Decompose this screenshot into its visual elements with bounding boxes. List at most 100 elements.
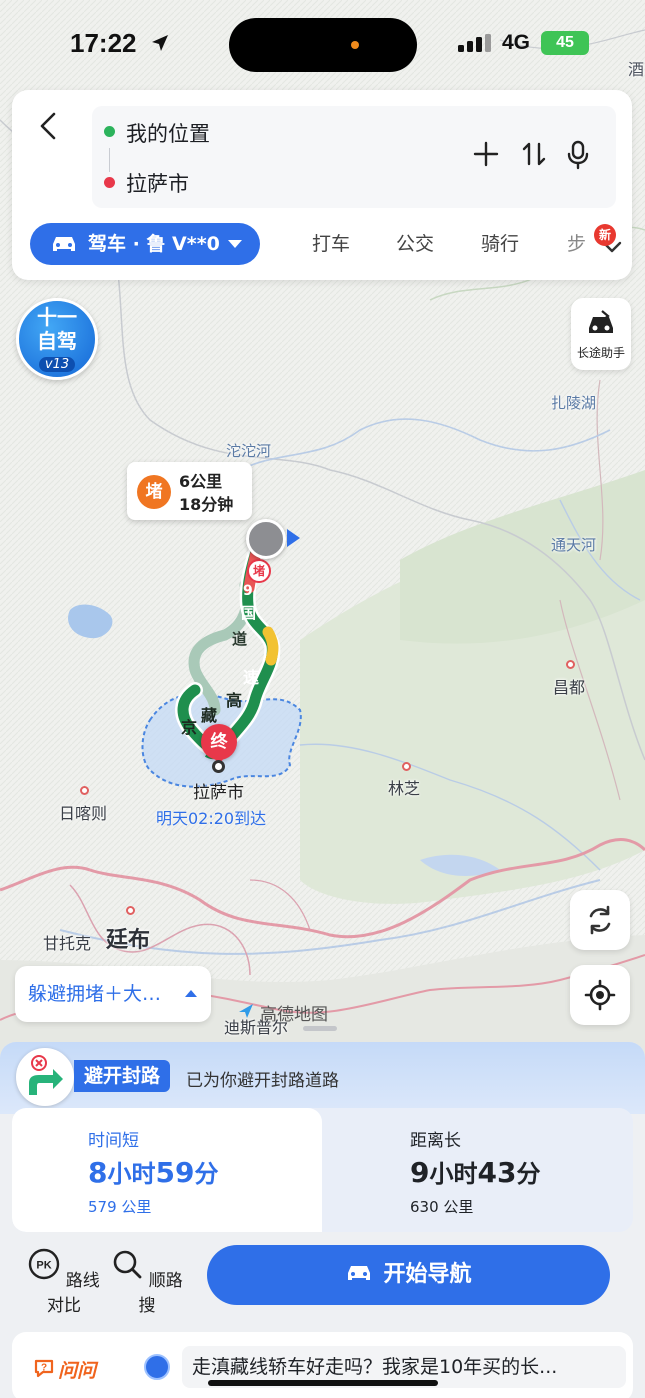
status-time: 17:22 <box>70 28 137 58</box>
tab-taxi[interactable]: 打车 <box>312 223 350 265</box>
destination-input[interactable]: 拉萨市 <box>126 168 189 198</box>
origin-destination-connector <box>109 148 110 172</box>
jam-callout[interactable]: 堵 6公里 18分钟 <box>127 462 252 520</box>
travel-mode-tabs: 驾车 · 鲁 V**0 打车 公交 骑行 步 <box>30 223 630 265</box>
amap-logo-icon <box>239 1004 253 1018</box>
assistant-avatar-icon <box>144 1354 170 1380</box>
promo-line3: v13 <box>38 357 76 372</box>
tab-drive[interactable]: 驾车 · 鲁 V**0 <box>30 223 260 265</box>
highway-label-gao: 高 <box>226 691 243 710</box>
route-duration: 9小时43分 <box>410 1156 541 1189</box>
route-points: 我的位置 拉萨市 <box>92 106 616 208</box>
city-dot-tingbu <box>126 906 135 915</box>
long-trip-label: 长途助手 <box>576 346 625 360</box>
back-arrow-icon[interactable] <box>34 106 64 146</box>
map-label-changdu: 昌都 <box>553 678 586 697</box>
city-dot-linzhi <box>402 762 411 771</box>
route-preference-label: 躲避拥堵＋大… <box>28 983 162 1005</box>
tab-drive-label: 驾车 · 鲁 V**0 <box>88 233 220 255</box>
route-duration: 8小时59分 <box>88 1156 219 1189</box>
highway-label-su: 速 <box>243 668 260 687</box>
dynamic-island <box>229 18 417 72</box>
chevron-down-icon <box>228 240 242 248</box>
heading-arrow-icon <box>287 529 300 547</box>
jam-distance: 6公里 <box>179 472 223 491</box>
start-navigation-button[interactable]: 开始导航 <box>207 1245 610 1305</box>
route-option-fastest[interactable]: 时间短 8小时59分 579 公里 <box>12 1108 322 1232</box>
location-arrow-icon <box>152 35 168 51</box>
promo-line1: 十一 <box>37 305 77 329</box>
crosshair-icon <box>584 979 616 1011</box>
avoid-closure-tag: 避开封路 <box>74 1060 171 1092</box>
route-preference-pill[interactable]: 躲避拥堵＋大… <box>15 966 211 1022</box>
long-trip-car-icon <box>589 310 613 333</box>
detour-arrow-icon <box>29 1055 63 1095</box>
amap-brand-label: 高德地图 <box>260 1005 328 1025</box>
route-compare-button[interactable]: PK 路线对比 <box>24 1248 104 1316</box>
refresh-route-button[interactable] <box>570 890 630 950</box>
car-icon <box>348 1266 371 1280</box>
status-bar: 17:22 4G 45 <box>0 0 645 88</box>
route-option-longer[interactable]: 距离长 9小时43分 630 公里 <box>322 1108 633 1232</box>
ask-qa-card[interactable]: ? 问问 走滇藏线轿车好走吗？我家是10年买的长... <box>12 1332 633 1398</box>
search-icon <box>113 1250 142 1279</box>
start-navigation-label: 开始导航 <box>383 1262 472 1287</box>
tab-walk[interactable]: 步 <box>567 223 586 265</box>
search-along-label: 顺路搜 <box>138 1271 183 1316</box>
add-waypoint-icon[interactable] <box>472 140 500 168</box>
home-indicator <box>208 1380 438 1386</box>
map-label-gantuoke: 甘托克 <box>43 934 92 953</box>
car-icon <box>53 237 75 251</box>
avoid-closure-text: 已为你避开封路道路 <box>186 1071 339 1091</box>
battery-indicator: 45 <box>541 31 589 55</box>
road-closure-icon <box>16 1048 74 1106</box>
svg-text:PK: PK <box>37 1260 52 1272</box>
route-alternatives: 时间短 8小时59分 579 公里 距离长 9小时43分 630 公里 <box>12 1108 633 1232</box>
microphone-icon[interactable] <box>564 140 592 170</box>
map-label-rikaze: 日喀则 <box>59 804 108 823</box>
map-label-zhaling-lake: 扎陵湖 <box>551 394 597 412</box>
search-along-button[interactable]: 顺路搜 <box>107 1248 187 1316</box>
map-label-tuotuo-river: 沱沱河 <box>226 442 272 460</box>
road-label-9: 9 <box>243 583 253 599</box>
route-tag: 时间短 <box>88 1131 139 1151</box>
locate-me-button[interactable] <box>570 965 630 1025</box>
end-pin[interactable]: 终 <box>201 724 237 765</box>
road-label-guo: 国 <box>241 604 257 622</box>
route-planner-card: 我的位置 拉萨市 驾车 · 鲁 V**0 打车 公交 骑行 步 <box>12 90 632 280</box>
jam-road-marker: 堵 <box>247 559 271 583</box>
origin-input[interactable]: 我的位置 <box>126 118 210 148</box>
highway-label-jing: 京 <box>181 718 198 737</box>
road-label-dao: 道 <box>232 630 248 648</box>
tab-bus[interactable]: 公交 <box>396 223 434 265</box>
privacy-indicator <box>351 41 359 49</box>
refresh-icon <box>589 905 611 935</box>
map-drag-handle[interactable] <box>303 1026 337 1031</box>
network-type: 4G <box>502 31 531 54</box>
arrival-time-label: 明天02:20到达 <box>156 809 267 828</box>
signal-icon <box>458 34 491 52</box>
destination-label: 拉萨市 <box>193 783 244 803</box>
promo-line2: 自驾 <box>37 329 77 353</box>
ask-bubble-icon: ? <box>34 1359 54 1378</box>
road-closure-banner[interactable]: 避开封路 已为你避开封路道路 <box>0 1042 645 1114</box>
caret-up-icon <box>185 990 197 997</box>
tab-bike[interactable]: 骑行 <box>481 223 519 265</box>
new-badge: 新 <box>594 224 616 246</box>
swap-icon[interactable] <box>520 140 548 168</box>
route-tag: 距离长 <box>410 1131 461 1151</box>
city-dot-changdu <box>566 660 575 669</box>
route-distance: 579 公里 <box>88 1198 152 1216</box>
destination-dot <box>104 177 115 188</box>
long-trip-assistant-button[interactable]: 长途助手 <box>571 298 631 370</box>
origin-dot <box>104 126 115 137</box>
jam-duration: 18分钟 <box>179 495 234 514</box>
pk-icon: PK <box>29 1248 60 1280</box>
city-dot-rikaze <box>80 786 89 795</box>
destination-dot <box>212 760 225 773</box>
route-distance: 630 公里 <box>410 1198 474 1216</box>
holiday-drive-promo[interactable]: 十一 自驾 v13 <box>16 298 98 380</box>
my-location-avatar[interactable] <box>246 519 286 559</box>
map-label-linzhi: 林芝 <box>388 779 421 798</box>
svg-text:?: ? <box>41 1363 47 1374</box>
